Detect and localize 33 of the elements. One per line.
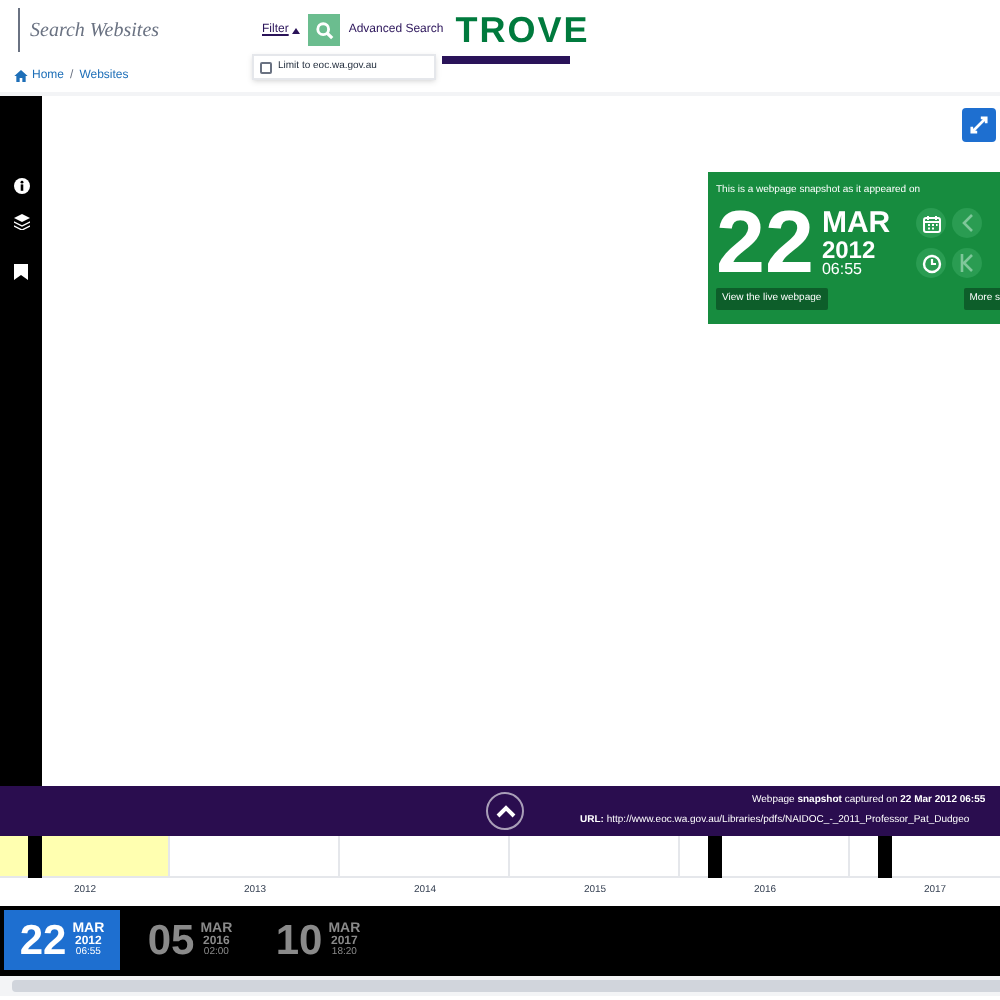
search-icon	[315, 21, 334, 39]
chevron-up-icon	[495, 804, 515, 818]
caret-icon	[292, 27, 301, 33]
logo-underline	[442, 56, 570, 64]
expand-button[interactable]	[962, 108, 996, 142]
calendar-button[interactable]	[916, 208, 947, 238]
snapshot-year: 2012	[821, 238, 878, 262]
first-button[interactable]	[952, 248, 983, 278]
checkbox[interactable]	[260, 61, 272, 73]
search-field[interactable]: Search Websites	[18, 8, 250, 52]
snapshot-month: MAR	[821, 208, 891, 238]
snapshot-day: 22	[716, 203, 814, 283]
clock-icon	[921, 253, 942, 273]
snapshot-marker[interactable]	[708, 836, 722, 878]
timeline-year[interactable]	[0, 836, 170, 876]
calendar-icon	[921, 213, 942, 233]
layers-icon[interactable]	[13, 214, 29, 230]
home-icon	[14, 70, 28, 82]
info-icon[interactable]	[13, 178, 29, 194]
collapse-button[interactable]	[486, 792, 524, 830]
expand-icon	[970, 116, 988, 134]
logo[interactable]: TROVE	[455, 10, 590, 50]
scrollbar-thumb[interactable]	[12, 980, 1000, 992]
bookmark-icon[interactable]	[14, 264, 28, 280]
previous-button[interactable]	[952, 208, 983, 238]
snapshot-time: 06:55	[821, 262, 864, 278]
time-button[interactable]	[916, 248, 947, 278]
scrollbar[interactable]	[0, 976, 1000, 996]
snapshot-marker[interactable]	[878, 836, 892, 878]
skip-back-icon	[960, 254, 975, 272]
snapshot-marker[interactable]	[28, 836, 42, 878]
chevron-left-icon	[961, 214, 974, 232]
search-button[interactable]	[308, 14, 341, 46]
